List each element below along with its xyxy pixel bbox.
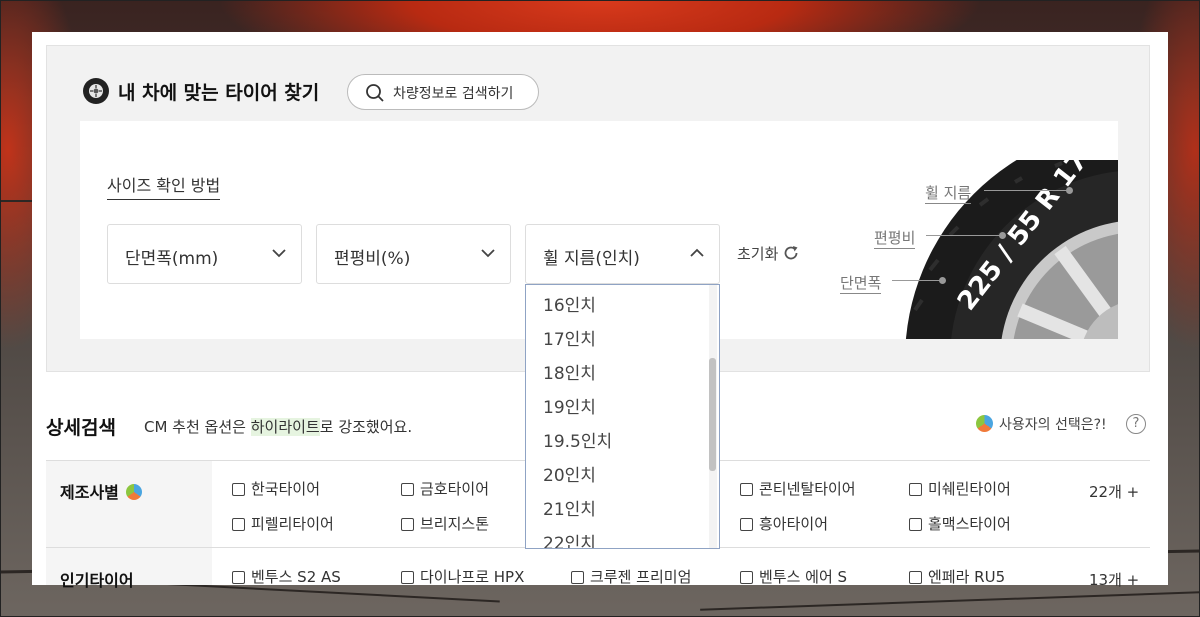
filter-label-cell xyxy=(46,461,212,547)
dropdown-option[interactable]: 18인치 xyxy=(543,359,596,384)
wheel-diameter-select[interactable]: 휠 지름(인치) xyxy=(525,224,720,284)
dropdown-option[interactable]: 17인치 xyxy=(543,325,596,350)
wheel-diameter-dropdown[interactable]: 16인치 17인치 18인치 19인치 19.5인치 20인치 21인치 22인… xyxy=(525,284,720,549)
manufacturer-checkbox[interactable]: 피렐리타이어 xyxy=(232,513,334,534)
popular-tire-checkbox[interactable]: 엔페라 RU5 xyxy=(909,566,1005,587)
detail-search-title: 상세검색 xyxy=(46,417,116,439)
manufacturer-checkbox[interactable]: 한국타이어 xyxy=(232,478,320,499)
tire-label-ratio: 편평비 xyxy=(874,229,916,249)
vehicle-search-button[interactable]: 차량정보로 검색하기 xyxy=(347,74,539,110)
filter-label-popular: 인기타이어 xyxy=(60,571,134,590)
vehicle-search-label: 차량정보로 검색하기 xyxy=(393,86,514,102)
dropdown-scrollbar-thumb[interactable] xyxy=(709,358,716,471)
detail-search-subtitle: CM 추천 옵션은 하이라이트로 강조했어요. xyxy=(144,418,413,436)
checkbox-icon xyxy=(571,571,584,584)
dropdown-option[interactable]: 16인치 xyxy=(543,291,596,316)
dropdown-option[interactable]: 21인치 xyxy=(543,495,596,520)
manufacturer-checkbox[interactable]: 콘티넨탈타이어 xyxy=(740,478,856,499)
popular-tire-checkbox[interactable]: 다이나프로 HPX xyxy=(401,566,524,587)
manufacturer-more-count[interactable]: 22개 + xyxy=(1089,481,1139,502)
tire-label-wheel: 휠 지름 xyxy=(925,184,972,204)
dropdown-option[interactable]: 19.5인치 xyxy=(543,427,612,452)
popular-tire-checkbox[interactable]: 벤투스 에어 S xyxy=(740,566,847,587)
refresh-icon xyxy=(785,246,798,260)
help-icon[interactable]: ? xyxy=(1126,414,1146,434)
user-choice-link[interactable]: 사용자의 선택은?! xyxy=(976,414,1107,434)
search-icon xyxy=(366,84,384,102)
chevron-up-icon xyxy=(690,248,704,257)
aspect-ratio-select[interactable]: 편평비(%) xyxy=(316,224,511,284)
highlight-text: 하이라이트 xyxy=(250,418,320,436)
aspect-ratio-select-label: 편평비(%) xyxy=(334,249,411,269)
checkbox-icon xyxy=(401,518,414,531)
checkbox-icon xyxy=(740,483,753,496)
reset-button[interactable]: 초기화 xyxy=(737,243,800,264)
manufacturer-checkbox[interactable]: 미쉐린타이어 xyxy=(909,478,1011,499)
pie-chart-icon xyxy=(976,415,993,432)
tire-label-width: 단면폭 xyxy=(840,274,882,294)
popular-tire-checkbox[interactable]: 벤투스 S2 AS xyxy=(232,566,341,587)
dropdown-option[interactable]: 19인치 xyxy=(543,393,596,418)
manufacturer-checkbox[interactable]: 금호타이어 xyxy=(401,478,489,499)
chevron-down-icon xyxy=(272,249,286,258)
dropdown-option[interactable]: 22인치 xyxy=(543,529,596,548)
tire-size-diagram: 225 / 55 R 17 xyxy=(840,160,1118,339)
checkbox-icon xyxy=(401,571,414,584)
popular-tire-checkbox[interactable]: 크루젠 프리미엄 xyxy=(571,566,691,587)
wheel-diameter-select-label: 휠 지름(인치) xyxy=(543,249,640,269)
checkbox-icon xyxy=(909,518,922,531)
size-help-link[interactable]: 사이즈 확인 방법 xyxy=(107,172,221,200)
tire-illustration: 225 / 55 R 17 xyxy=(906,160,1118,339)
dropdown-option[interactable]: 20인치 xyxy=(543,461,596,486)
popular-more-count[interactable]: 13개 + xyxy=(1089,569,1139,590)
reset-label: 초기화 xyxy=(737,245,779,263)
checkbox-icon xyxy=(740,571,753,584)
tire-icon xyxy=(83,78,109,104)
checkbox-icon xyxy=(909,483,922,496)
chevron-down-icon xyxy=(481,249,495,258)
manufacturer-checkbox[interactable]: 브리지스톤 xyxy=(401,513,489,534)
checkbox-icon xyxy=(401,483,414,496)
width-select-label: 단면폭(mm) xyxy=(125,249,219,269)
width-select[interactable]: 단면폭(mm) xyxy=(107,224,302,284)
filter-label-manufacturer: 제조사별 xyxy=(60,479,142,503)
manufacturer-checkbox[interactable]: 홀맥스타이어 xyxy=(909,513,1011,534)
pie-chart-icon[interactable] xyxy=(125,484,142,500)
checkbox-icon xyxy=(909,571,922,584)
manufacturer-checkbox[interactable]: 흥아타이어 xyxy=(740,513,828,534)
checkbox-icon xyxy=(232,571,245,584)
checkbox-icon xyxy=(232,483,245,496)
finder-title: 내 차에 맞는 타이어 찾기 xyxy=(118,82,320,104)
checkbox-icon xyxy=(740,518,753,531)
checkbox-icon xyxy=(232,518,245,531)
